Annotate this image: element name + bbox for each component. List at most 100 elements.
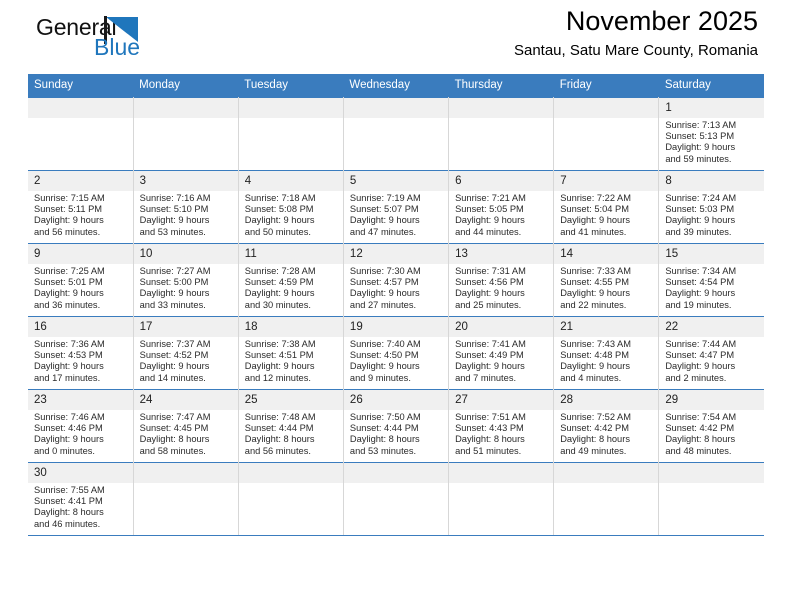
day-number: 16 <box>28 317 133 337</box>
sunrise-text: Sunrise: 7:36 AM <box>34 339 105 349</box>
day-cell-inner <box>343 463 449 535</box>
day-details: Sunrise: 7:30 AM Sunset: 4:57 PM Daylight:… <box>344 264 448 311</box>
general-blue-logo[interactable]: General Blue <box>36 14 176 66</box>
calendar-day-cell[interactable]: 30 Sunrise: 7:55 AM Sunset: 4:41 PM Dayligh… <box>28 462 134 536</box>
day-cell-inner: 22 Sunrise: 7:44 AM Sunset: 4:47 PM Dayligh… <box>659 317 764 389</box>
day-number <box>659 463 764 483</box>
daylight-text-line1: Daylight: 8 hours <box>139 434 210 445</box>
day-details: Sunrise: 7:50 AM Sunset: 4:44 PM Daylight:… <box>344 410 448 457</box>
daylight-text-line1: Daylight: 9 hours <box>34 434 104 445</box>
calendar-day-cell[interactable]: 15 Sunrise: 7:34 AM Sunset: 4:54 PM Dayligh… <box>658 243 764 317</box>
day-details: Sunrise: 7:37 AM Sunset: 4:52 PM Daylight:… <box>134 337 238 384</box>
sunset-text: Sunset: 5:01 PM <box>34 277 103 288</box>
calendar-day-cell[interactable]: 11 Sunrise: 7:28 AM Sunset: 4:59 PM Dayligh… <box>238 243 344 317</box>
calendar-day-cell[interactable]: 9 Sunrise: 7:25 AM Sunset: 5:01 PM Daylight… <box>28 243 134 317</box>
day-number: 29 <box>659 390 764 410</box>
calendar-day-cell[interactable]: 18 Sunrise: 7:38 AM Sunset: 4:51 PM Dayligh… <box>238 316 344 390</box>
calendar-day-cell[interactable]: 7 Sunrise: 7:22 AM Sunset: 5:04 PM Daylight… <box>553 170 660 244</box>
daylight-text-line1: Daylight: 9 hours <box>455 288 525 299</box>
daylight-text-line2: and 48 minutes. <box>665 445 732 456</box>
sunset-text: Sunset: 5:10 PM <box>139 204 209 215</box>
calendar-day-cell[interactable]: 20 Sunrise: 7:41 AM Sunset: 4:49 PM Dayligh… <box>448 316 555 390</box>
day-cell-inner: 26 Sunrise: 7:50 AM Sunset: 4:44 PM Dayligh… <box>343 390 449 462</box>
daylight-text-line2: and 44 minutes. <box>455 226 522 237</box>
day-number: 19 <box>343 317 449 337</box>
calendar-day-cell[interactable]: 5 Sunrise: 7:19 AM Sunset: 5:07 PM Daylight… <box>343 170 450 244</box>
day-number <box>449 98 554 118</box>
calendar-day-cell[interactable]: 22 Sunrise: 7:44 AM Sunset: 4:47 PM Dayligh… <box>658 316 764 390</box>
day-details: Sunrise: 7:33 AM Sunset: 4:55 PM Daylight:… <box>554 264 658 311</box>
day-cell-inner: 2 Sunrise: 7:15 AM Sunset: 5:11 PM Daylight… <box>28 171 133 243</box>
calendar-day-cell[interactable]: 14 Sunrise: 7:33 AM Sunset: 4:55 PM Dayligh… <box>553 243 660 317</box>
daylight-text-line2: and 30 minutes. <box>244 299 311 310</box>
calendar-day-cell[interactable]: 12 Sunrise: 7:30 AM Sunset: 4:57 PM Dayligh… <box>343 243 450 317</box>
calendar-day-cell[interactable]: 1 Sunrise: 7:13 AM Sunset: 5:13 PM Daylight… <box>658 97 764 171</box>
calendar-day-cell[interactable]: 3 Sunrise: 7:16 AM Sunset: 5:10 PM Daylight… <box>133 170 239 244</box>
daylight-text-line1: Daylight: 8 hours <box>560 434 630 445</box>
calendar-day-cell[interactable]: 16 Sunrise: 7:36 AM Sunset: 4:53 PM Dayligh… <box>28 316 134 390</box>
calendar-day-cell[interactable]: 6 Sunrise: 7:21 AM Sunset: 5:05 PM Daylight… <box>448 170 555 244</box>
sunset-text: Sunset: 5:13 PM <box>665 131 735 142</box>
calendar-empty-cell <box>238 97 344 171</box>
calendar-empty-cell <box>343 462 450 536</box>
sunset-text: Sunset: 4:54 PM <box>665 277 735 288</box>
calendar-day-cell[interactable]: 17 Sunrise: 7:37 AM Sunset: 4:52 PM Dayligh… <box>133 316 239 390</box>
daylight-text-line1: Daylight: 9 hours <box>34 361 104 372</box>
day-details: Sunrise: 7:47 AM Sunset: 4:45 PM Daylight:… <box>134 410 238 457</box>
day-details: Sunrise: 7:19 AM Sunset: 5:07 PM Daylight:… <box>344 191 448 238</box>
day-details: Sunrise: 7:41 AM Sunset: 4:49 PM Daylight:… <box>449 337 553 384</box>
day-cell-inner: 24 Sunrise: 7:47 AM Sunset: 4:45 PM Dayligh… <box>133 390 238 462</box>
calendar-day-cell[interactable]: 23 Sunrise: 7:46 AM Sunset: 4:46 PM Dayligh… <box>28 389 134 463</box>
calendar-day-cell[interactable]: 28 Sunrise: 7:52 AM Sunset: 4:42 PM Dayligh… <box>553 389 660 463</box>
daylight-text-line1: Daylight: 9 hours <box>139 361 210 372</box>
sunset-text: Sunset: 4:48 PM <box>560 350 629 361</box>
sunset-text: Sunset: 5:11 PM <box>34 204 103 215</box>
calendar-day-cell[interactable]: 19 Sunrise: 7:40 AM Sunset: 4:50 PM Dayligh… <box>343 316 450 390</box>
daylight-text-line1: Daylight: 9 hours <box>244 288 315 299</box>
calendar-week-row: 16 Sunrise: 7:36 AM Sunset: 4:53 PM Dayligh… <box>28 316 764 390</box>
day-details: Sunrise: 7:25 AM Sunset: 5:01 PM Daylight:… <box>28 264 133 311</box>
sunset-text: Sunset: 4:43 PM <box>455 423 524 434</box>
day-cell-inner: 30 Sunrise: 7:55 AM Sunset: 4:41 PM Dayligh… <box>28 463 133 535</box>
calendar-day-cell[interactable]: 27 Sunrise: 7:51 AM Sunset: 4:43 PM Dayligh… <box>448 389 555 463</box>
calendar-day-cell[interactable]: 10 Sunrise: 7:27 AM Sunset: 5:00 PM Dayligh… <box>133 243 239 317</box>
day-cell-inner: 10 Sunrise: 7:27 AM Sunset: 5:00 PM Dayligh… <box>133 244 238 316</box>
daylight-text-line2: and 58 minutes. <box>139 445 206 456</box>
sunrise-text: Sunrise: 7:51 AM <box>455 412 526 422</box>
sunset-text: Sunset: 4:41 PM <box>34 496 103 507</box>
day-cell-inner: 21 Sunrise: 7:43 AM Sunset: 4:48 PM Dayligh… <box>554 317 659 389</box>
day-number: 14 <box>554 244 659 264</box>
calendar-day-cell[interactable]: 2 Sunrise: 7:15 AM Sunset: 5:11 PM Daylight… <box>28 170 134 244</box>
sunrise-text: Sunrise: 7:34 AM <box>665 266 737 276</box>
daylight-text-line2: and 17 minutes. <box>34 372 101 383</box>
day-number <box>133 463 238 483</box>
calendar-day-cell[interactable]: 24 Sunrise: 7:47 AM Sunset: 4:45 PM Dayligh… <box>133 389 239 463</box>
calendar-day-cell[interactable]: 26 Sunrise: 7:50 AM Sunset: 4:44 PM Dayligh… <box>343 389 450 463</box>
day-number: 25 <box>238 390 343 410</box>
daylight-text-line2: and 49 minutes. <box>560 445 627 456</box>
calendar-day-cell[interactable]: 4 Sunrise: 7:18 AM Sunset: 5:08 PM Daylight… <box>238 170 344 244</box>
day-cell-inner <box>238 98 343 170</box>
day-number: 20 <box>449 317 554 337</box>
day-details: Sunrise: 7:28 AM Sunset: 4:59 PM Daylight:… <box>239 264 343 311</box>
calendar-day-cell[interactable]: 8 Sunrise: 7:24 AM Sunset: 5:03 PM Daylight… <box>658 170 764 244</box>
sunrise-text: Sunrise: 7:38 AM <box>244 339 316 349</box>
sunrise-text: Sunrise: 7:55 AM <box>34 485 105 495</box>
calendar-day-cell[interactable]: 29 Sunrise: 7:54 AM Sunset: 4:42 PM Dayligh… <box>658 389 764 463</box>
day-cell-inner <box>238 463 343 535</box>
calendar-day-cell[interactable]: 25 Sunrise: 7:48 AM Sunset: 4:44 PM Dayligh… <box>238 389 344 463</box>
daylight-text-line1: Daylight: 9 hours <box>349 361 420 372</box>
day-cell-inner <box>449 98 554 170</box>
calendar-day-cell[interactable]: 13 Sunrise: 7:31 AM Sunset: 4:56 PM Dayligh… <box>448 243 555 317</box>
calendar-day-cell[interactable]: 21 Sunrise: 7:43 AM Sunset: 4:48 PM Dayligh… <box>553 316 660 390</box>
day-details: Sunrise: 7:46 AM Sunset: 4:46 PM Daylight:… <box>28 410 133 457</box>
day-number <box>449 463 554 483</box>
day-number: 22 <box>659 317 764 337</box>
day-cell-inner: 12 Sunrise: 7:30 AM Sunset: 4:57 PM Dayligh… <box>343 244 449 316</box>
logo-text-blue: Blue <box>94 34 141 60</box>
day-cell-inner: 3 Sunrise: 7:16 AM Sunset: 5:10 PM Daylight… <box>133 171 238 243</box>
daylight-text-line2: and 12 minutes. <box>244 372 311 383</box>
sunset-text: Sunset: 5:04 PM <box>560 204 629 215</box>
day-cell-inner: 7 Sunrise: 7:22 AM Sunset: 5:04 PM Daylight… <box>554 171 659 243</box>
day-details: Sunrise: 7:18 AM Sunset: 5:08 PM Daylight:… <box>239 191 343 238</box>
